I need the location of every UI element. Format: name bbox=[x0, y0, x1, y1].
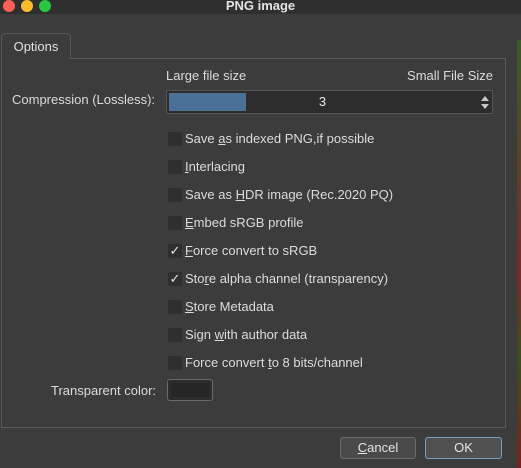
option-save-indexed-label: Save as indexed PNG,if possible bbox=[185, 131, 375, 146]
option-embed-srgb-checkbox[interactable] bbox=[168, 216, 182, 230]
option-force-8bit-checkbox[interactable] bbox=[168, 356, 182, 370]
option-force-srgb-checkbox[interactable]: ✓ bbox=[168, 244, 182, 258]
cancel-button[interactable]: Cancel bbox=[340, 437, 416, 459]
title-bar: PNG image bbox=[0, 0, 521, 14]
transparent-color-label: Transparent color: bbox=[51, 383, 157, 398]
transparent-color-swatch bbox=[171, 383, 209, 397]
chevron-down-icon[interactable] bbox=[481, 104, 489, 109]
option-save-indexed-checkbox[interactable] bbox=[168, 132, 182, 146]
background-canvas-strip bbox=[517, 40, 521, 468]
compression-stepper[interactable] bbox=[480, 93, 490, 111]
option-store-alpha-label: Store alpha channel (transparency) bbox=[185, 271, 389, 286]
option-interlacing-label: Interlacing bbox=[185, 159, 245, 174]
option-embed-srgb-label: Embed sRGB profile bbox=[185, 215, 304, 230]
chevron-up-icon[interactable] bbox=[481, 96, 489, 101]
option-force-8bit-label: Force convert to 8 bits/channel bbox=[185, 355, 363, 370]
compression-min-label: Large file size bbox=[166, 68, 247, 83]
option-sign-author-checkbox[interactable] bbox=[168, 328, 182, 342]
cancel-mnemonic: C bbox=[357, 440, 368, 455]
compression-value: 3 bbox=[318, 94, 327, 109]
cancel-label-rest: ancel bbox=[367, 440, 399, 455]
option-sign-author-label: Sign with author data bbox=[185, 327, 308, 342]
option-interlacing-checkbox[interactable] bbox=[168, 160, 182, 174]
compression-max-label: Small File Size bbox=[407, 68, 493, 83]
ok-button[interactable]: OK bbox=[425, 437, 502, 459]
compression-label: Compression (Lossless): bbox=[12, 92, 156, 107]
window-title: PNG image bbox=[225, 0, 296, 13]
option-save-hdr-checkbox[interactable] bbox=[168, 188, 182, 202]
option-store-alpha-checkbox[interactable]: ✓ bbox=[168, 272, 182, 286]
transparent-color-button[interactable] bbox=[167, 379, 213, 401]
option-force-srgb-label: Force convert to sRGB bbox=[185, 243, 318, 258]
option-save-hdr-label: Save as HDR image (Rec.2020 PQ) bbox=[185, 187, 394, 202]
compression-spinbox[interactable]: 3 bbox=[166, 90, 493, 114]
tab-options[interactable]: Options bbox=[1, 33, 71, 59]
option-store-metadata-label: Store Metadata bbox=[185, 299, 274, 314]
option-store-metadata-checkbox[interactable] bbox=[168, 300, 182, 314]
